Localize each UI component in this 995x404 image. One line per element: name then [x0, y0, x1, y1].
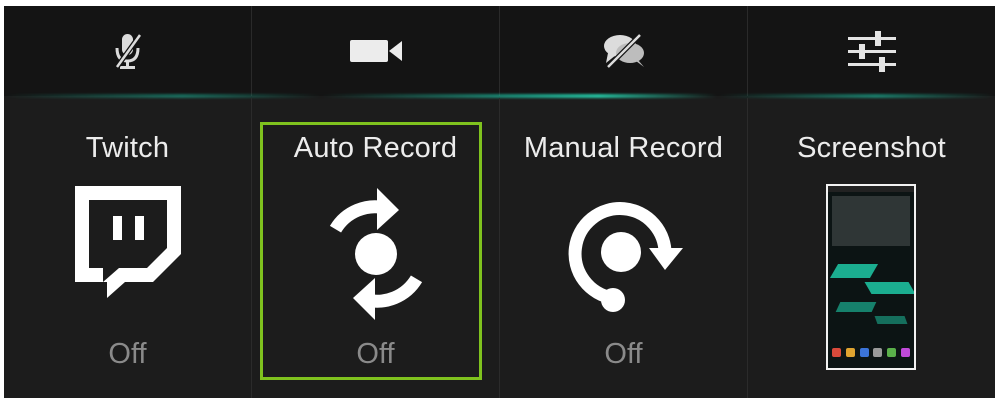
camera-button[interactable] — [252, 6, 500, 96]
video-camera-icon — [349, 40, 402, 62]
manual-record-icon — [568, 202, 683, 312]
chat-button[interactable] — [500, 6, 748, 96]
tile-twitch[interactable]: Twitch Off — [4, 98, 252, 398]
tile-title: Screenshot — [797, 132, 946, 164]
capture-tiles: Twitch Off Auto Record Off Manual Record… — [4, 98, 995, 398]
twitch-icon — [74, 186, 181, 298]
tile-auto-record[interactable]: Auto Record Off — [252, 98, 500, 398]
tile-status: Off — [356, 338, 395, 370]
sliders-icon — [847, 31, 896, 72]
tile-manual-record[interactable]: Manual Record Off — [500, 98, 748, 398]
screenshot-thumbnail — [826, 184, 916, 370]
chat-off-icon — [603, 33, 644, 69]
app-window: Twitch Off Auto Record Off Manual Record… — [0, 0, 995, 404]
tile-title: Twitch — [85, 132, 170, 164]
capture-panel: Twitch Off Auto Record Off Manual Record… — [4, 6, 995, 398]
tile-title: Manual Record — [523, 132, 724, 164]
auto-record-icon — [329, 188, 422, 320]
mute-mic-button[interactable] — [4, 6, 252, 96]
tile-status: Off — [108, 338, 147, 370]
tile-title: Auto Record — [293, 132, 458, 164]
settings-button[interactable] — [748, 6, 995, 96]
tile-status: Off — [604, 338, 643, 370]
tile-screenshot[interactable]: Screenshot — [748, 98, 995, 398]
mic-off-icon — [114, 33, 142, 69]
toolbar — [4, 6, 995, 96]
